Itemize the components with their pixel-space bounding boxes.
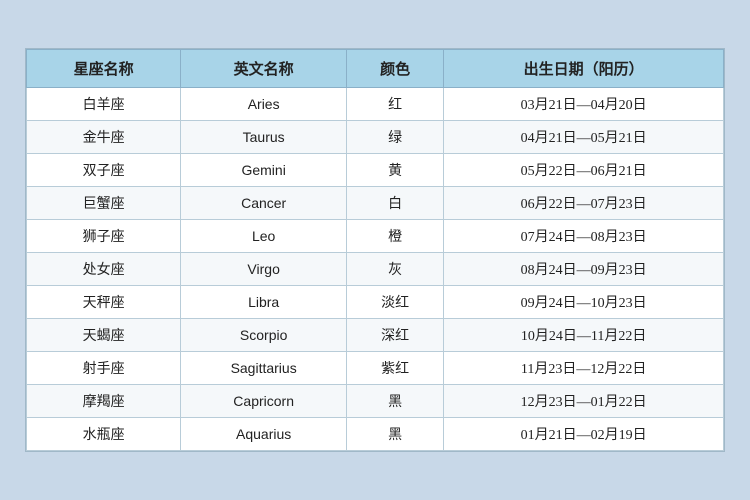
header-english-name: 英文名称 <box>181 50 347 88</box>
cell-chinese-name: 双子座 <box>27 154 181 187</box>
cell-chinese-name: 巨蟹座 <box>27 187 181 220</box>
cell-dates: 10月24日—11月22日 <box>444 319 724 352</box>
table-row: 摩羯座Capricorn黑12月23日—01月22日 <box>27 385 724 418</box>
zodiac-table-container: 星座名称 英文名称 颜色 出生日期（阳历） 白羊座Aries红03月21日—04… <box>25 48 725 452</box>
cell-dates: 06月22日—07月23日 <box>444 187 724 220</box>
cell-color: 白 <box>347 187 444 220</box>
cell-english-name: Cancer <box>181 187 347 220</box>
cell-color: 紫红 <box>347 352 444 385</box>
cell-color: 绿 <box>347 121 444 154</box>
cell-dates: 08月24日—09月23日 <box>444 253 724 286</box>
cell-english-name: Aquarius <box>181 418 347 451</box>
table-row: 金牛座Taurus绿04月21日—05月21日 <box>27 121 724 154</box>
cell-english-name: Aries <box>181 88 347 121</box>
table-row: 双子座Gemini黄05月22日—06月21日 <box>27 154 724 187</box>
cell-color: 红 <box>347 88 444 121</box>
header-color: 颜色 <box>347 50 444 88</box>
cell-chinese-name: 金牛座 <box>27 121 181 154</box>
cell-dates: 09月24日—10月23日 <box>444 286 724 319</box>
cell-english-name: Gemini <box>181 154 347 187</box>
cell-chinese-name: 射手座 <box>27 352 181 385</box>
cell-english-name: Scorpio <box>181 319 347 352</box>
cell-color: 橙 <box>347 220 444 253</box>
cell-dates: 01月21日—02月19日 <box>444 418 724 451</box>
cell-english-name: Virgo <box>181 253 347 286</box>
cell-chinese-name: 水瓶座 <box>27 418 181 451</box>
cell-dates: 12月23日—01月22日 <box>444 385 724 418</box>
cell-dates: 03月21日—04月20日 <box>444 88 724 121</box>
cell-chinese-name: 处女座 <box>27 253 181 286</box>
cell-english-name: Taurus <box>181 121 347 154</box>
cell-color: 黄 <box>347 154 444 187</box>
table-row: 射手座Sagittarius紫红11月23日—12月22日 <box>27 352 724 385</box>
cell-color: 黑 <box>347 418 444 451</box>
cell-color: 黑 <box>347 385 444 418</box>
table-row: 白羊座Aries红03月21日—04月20日 <box>27 88 724 121</box>
cell-dates: 04月21日—05月21日 <box>444 121 724 154</box>
cell-dates: 11月23日—12月22日 <box>444 352 724 385</box>
header-chinese-name: 星座名称 <box>27 50 181 88</box>
table-row: 天蝎座Scorpio深红10月24日—11月22日 <box>27 319 724 352</box>
table-header-row: 星座名称 英文名称 颜色 出生日期（阳历） <box>27 50 724 88</box>
table-row: 狮子座Leo橙07月24日—08月23日 <box>27 220 724 253</box>
table-row: 天秤座Libra淡红09月24日—10月23日 <box>27 286 724 319</box>
cell-dates: 07月24日—08月23日 <box>444 220 724 253</box>
cell-chinese-name: 天秤座 <box>27 286 181 319</box>
cell-english-name: Libra <box>181 286 347 319</box>
table-body: 白羊座Aries红03月21日—04月20日金牛座Taurus绿04月21日—0… <box>27 88 724 451</box>
cell-color: 灰 <box>347 253 444 286</box>
table-row: 巨蟹座Cancer白06月22日—07月23日 <box>27 187 724 220</box>
cell-english-name: Leo <box>181 220 347 253</box>
table-row: 水瓶座Aquarius黑01月21日—02月19日 <box>27 418 724 451</box>
cell-chinese-name: 狮子座 <box>27 220 181 253</box>
cell-chinese-name: 白羊座 <box>27 88 181 121</box>
cell-dates: 05月22日—06月21日 <box>444 154 724 187</box>
cell-chinese-name: 天蝎座 <box>27 319 181 352</box>
cell-chinese-name: 摩羯座 <box>27 385 181 418</box>
zodiac-table: 星座名称 英文名称 颜色 出生日期（阳历） 白羊座Aries红03月21日—04… <box>26 49 724 451</box>
table-row: 处女座Virgo灰08月24日—09月23日 <box>27 253 724 286</box>
cell-english-name: Capricorn <box>181 385 347 418</box>
header-birthdate: 出生日期（阳历） <box>444 50 724 88</box>
cell-color: 淡红 <box>347 286 444 319</box>
cell-english-name: Sagittarius <box>181 352 347 385</box>
cell-color: 深红 <box>347 319 444 352</box>
